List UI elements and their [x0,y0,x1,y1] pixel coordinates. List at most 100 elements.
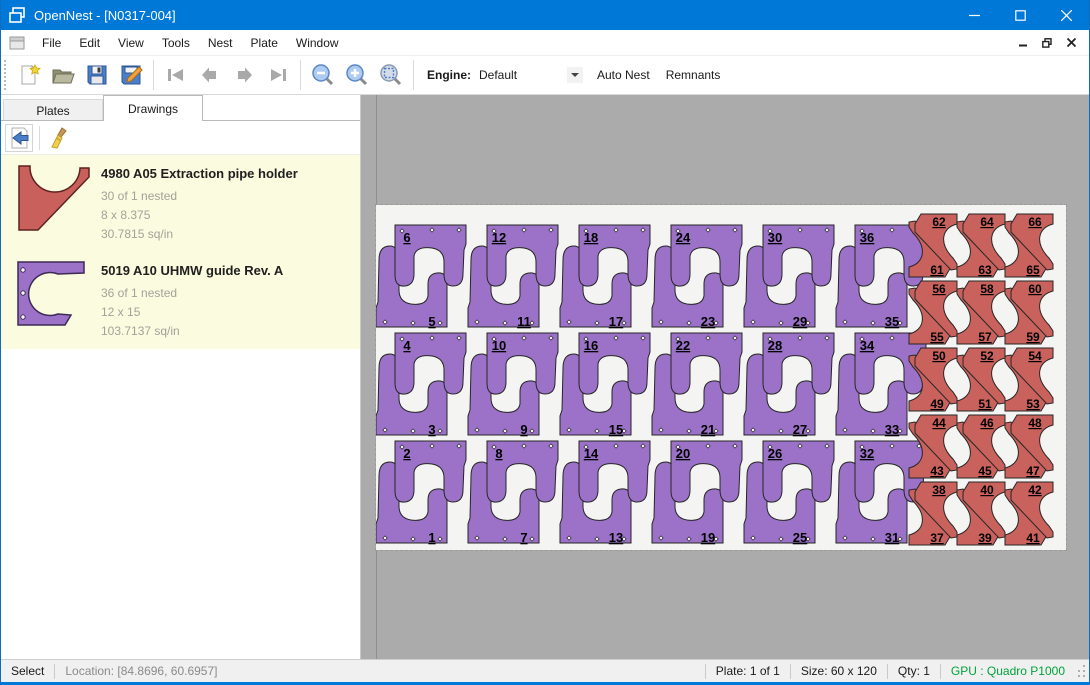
open-file-button[interactable] [46,59,80,91]
nest-pair-red[interactable]: 6059 [1005,281,1053,344]
svg-text:51: 51 [978,397,992,411]
zoom-out-button[interactable] [306,59,340,91]
close-button[interactable] [1043,0,1089,30]
remnants-button[interactable]: Remnants [658,62,729,88]
svg-text:8: 8 [495,446,502,461]
nest-pair-red[interactable]: 6665 [1005,214,1053,277]
svg-text:64: 64 [980,215,994,229]
nest-pair-purple[interactable]: 2423 [652,225,742,329]
nest-pair-red[interactable]: 5251 [957,348,1005,411]
nest-pair-purple[interactable]: 87 [468,441,558,545]
save-button[interactable] [80,59,114,91]
svg-text:24: 24 [676,230,691,245]
menu-item-nest[interactable]: Nest [199,32,242,54]
mdi-close-button[interactable] [1061,34,1081,52]
toolbar-separator [153,60,154,90]
engine-value: Default [477,68,567,82]
menu-item-plate[interactable]: Plate [242,32,287,54]
svg-text:34: 34 [860,338,875,353]
toolbar-separator [413,60,414,90]
nav-first-button[interactable] [159,59,193,91]
drawing-thumbnail [9,261,101,341]
nest-pair-red[interactable]: 5453 [1005,348,1053,411]
svg-text:65: 65 [1026,263,1040,277]
tab-plates[interactable]: Plates [3,99,103,121]
tab-strip: Plates Drawings [1,95,360,121]
nest-pair-purple[interactable]: 2019 [652,441,742,545]
drawing-item[interactable]: 5019 A10 UHMW guide Rev. A 36 of 1 neste… [1,252,360,349]
nest-pair-purple[interactable]: 109 [468,333,558,437]
new-file-button[interactable] [12,59,46,91]
engine-combobox[interactable]: Default [477,64,583,86]
svg-text:19: 19 [701,530,715,545]
svg-text:12: 12 [492,230,506,245]
nest-pair-purple[interactable]: 65 [376,225,466,329]
nav-next-button[interactable] [227,59,261,91]
nav-first-icon [164,63,188,87]
broom-icon [49,127,71,149]
svg-text:3: 3 [428,422,435,437]
title-bar: OpenNest - [N0317-004] [1,0,1089,30]
svg-text:38: 38 [932,483,946,497]
nav-previous-button[interactable] [193,59,227,91]
svg-text:57: 57 [978,330,992,344]
nest-pair-red[interactable]: 4645 [957,415,1005,478]
app-window: OpenNest - [N0317-004] FileEditViewTools… [0,0,1090,685]
nest-pair-purple[interactable]: 1413 [560,441,650,545]
svg-text:1: 1 [428,530,435,545]
mdi-minimize-button[interactable] [1013,34,1033,52]
nest-pair-red[interactable]: 5655 [909,281,957,344]
svg-text:47: 47 [1026,464,1040,478]
menu-item-tools[interactable]: Tools [153,32,199,54]
tab-drawings[interactable]: Drawings [103,95,203,121]
nest-pair-red[interactable]: 5857 [957,281,1005,344]
svg-text:62: 62 [932,215,946,229]
resize-grip[interactable] [1075,663,1087,679]
menu-item-view[interactable]: View [109,32,153,54]
nest-pair-purple[interactable]: 2625 [744,441,834,545]
chevron-down-icon[interactable] [567,67,583,83]
svg-text:9: 9 [520,422,527,437]
svg-text:31: 31 [885,530,899,545]
plate[interactable]: 6543211211109871817161514132423222120193… [376,205,1066,550]
nest-canvas[interactable]: 6543211211109871817161514132423222120193… [361,95,1089,659]
nest-pair-purple[interactable]: 1211 [468,225,558,329]
zoom-fit-button[interactable] [374,59,408,91]
nest-pair-red[interactable]: 4039 [957,482,1005,545]
import-drawing-button[interactable] [5,124,33,152]
mdi-restore-button[interactable] [1037,34,1057,52]
clear-drawings-button[interactable] [46,124,74,152]
drawing-shape-red [19,166,89,230]
svg-text:18: 18 [584,230,598,245]
nest-pair-purple[interactable]: 2221 [652,333,742,437]
maximize-button[interactable] [997,0,1043,30]
nest-pair-purple[interactable]: 3433 [836,333,926,437]
nest-pair-purple[interactable]: 1615 [560,333,650,437]
nest-pair-red[interactable]: 4241 [1005,482,1053,545]
menu-item-file[interactable]: File [33,32,70,54]
nest-pair-purple[interactable]: 21 [376,441,466,545]
toolbar-grip[interactable] [4,60,12,90]
nav-last-button[interactable] [261,59,295,91]
svg-text:48: 48 [1028,416,1042,430]
svg-text:42: 42 [1028,483,1042,497]
svg-text:7: 7 [520,530,527,545]
menu-item-edit[interactable]: Edit [70,32,109,54]
toolbar-separator [300,60,301,90]
nest-pair-purple[interactable]: 3029 [744,225,834,329]
auto-nest-button[interactable]: Auto Nest [589,62,658,88]
save-as-button[interactable] [114,59,148,91]
menu-item-window[interactable]: Window [287,32,348,54]
svg-text:27: 27 [793,422,807,437]
zoom-in-button[interactable] [340,59,374,91]
nest-pair-purple[interactable]: 1817 [560,225,650,329]
nest-pair-red[interactable]: 48 47 [1005,415,1053,478]
minimize-button[interactable] [951,0,997,30]
nest-pair-purple[interactable]: 43 [376,333,466,437]
drawing-item[interactable]: 4980 A05 Extraction pipe holder 30 of 1 … [1,155,360,252]
nest-pair-purple[interactable]: 2827 [744,333,834,437]
svg-text:36: 36 [860,230,874,245]
nest-pair-red[interactable]: 3837 [909,482,957,545]
nest-pair-red[interactable]: 6463 [957,214,1005,277]
zoom-out-icon [311,63,335,87]
